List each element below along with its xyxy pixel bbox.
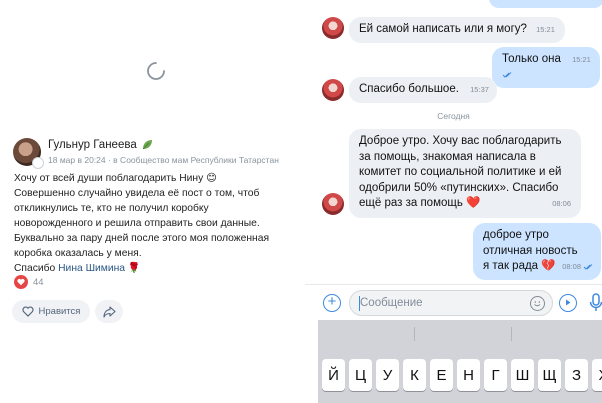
message-line: за помощь, знакомая написала в [359,150,536,163]
message-line: я так рада 💔 [483,260,556,272]
post-line: Буквально за пару дней после этого моя п… [14,233,270,244]
message-line: отличная новость [483,244,578,257]
keyboard-row: Й Ц У К Е Н Г Ш Щ З Х [322,359,602,391]
thanks-prefix: Спасибо [14,263,59,274]
outgoing-message[interactable]: Только она 15:21 [492,47,600,88]
attach-plus-icon[interactable]: + [323,294,341,312]
key[interactable]: Е [430,359,453,391]
incoming-message[interactable]: Ей самой написать или я могу? 15:21 [349,17,565,43]
suggestion-divider [414,327,415,341]
message-time: 15:21 [536,25,555,34]
key[interactable]: З [565,359,588,391]
like-label: Нравится [38,306,81,317]
message-line: комитет по социальной политике и ей [359,166,562,178]
message-text: Только она [502,53,561,65]
author-name[interactable]: Гульнур Ганеева [48,138,137,152]
post-line: новорожденного и решила отправить свои д… [14,218,260,229]
message-line: одобрили 50% «путинских». Спасибо [359,181,559,194]
suggestion-bar [318,320,602,347]
key[interactable]: Щ [538,359,561,391]
contact-avatar[interactable] [322,79,344,101]
contact-avatar[interactable] [322,193,344,215]
message-time: 08:06 [552,199,571,208]
message-input[interactable] [360,291,520,315]
share-icon [102,305,116,318]
message-input-wrapper[interactable] [349,290,553,316]
incoming-message[interactable]: Спасибо большое. 15:37 [349,77,497,103]
message-time: 08:08 [562,262,581,271]
likes-summary[interactable]: 44 [14,275,44,289]
message-text: Спасибо большое. [359,83,459,95]
read-check-icon [502,71,512,78]
message-time: 15:37 [470,85,489,94]
post-line: Хочу от всей души поблагодарить Нину 😊 [14,173,217,184]
community-badge-icon [32,157,44,169]
message-line: доброе утро [483,229,549,241]
message-time: 15:21 [572,55,591,64]
heart-outline-icon [21,306,34,317]
incoming-message[interactable]: Доброе утро. Хочу вас поблагодарить за п… [349,129,581,218]
post-line: коробка оказалась у меня. [14,248,142,259]
contact-avatar[interactable] [322,17,344,39]
microphone-icon[interactable] [589,293,602,313]
mention-link[interactable]: Нина Шимина [58,263,125,274]
date-separator: Сегодня [437,111,470,121]
post-line: откликнулись те, кто не получил коробку [14,203,209,214]
share-button[interactable] [95,300,123,323]
key[interactable]: У [376,359,399,391]
emoji-icon[interactable] [530,296,545,311]
suggestion-divider [511,327,512,341]
message-line: Доброе утро. Хочу вас поблагодарить [359,135,562,147]
heart-icon [14,275,28,289]
key[interactable]: Г [484,359,507,391]
key[interactable]: Н [457,359,480,391]
post-line: Совершенно случайно увидела её пост о то… [14,188,260,199]
post-text: Хочу от всей души поблагодарить Нину 😊 С… [14,171,296,276]
key[interactable]: К [403,359,426,391]
message-text: Ей самой написать или я могу? [359,23,527,35]
loading-spinner-icon [147,62,165,80]
key[interactable]: Ш [511,359,534,391]
message-composer: + [305,284,602,320]
likes-count: 44 [33,276,44,288]
voice-play-icon[interactable] [559,294,577,312]
author-avatar[interactable] [13,138,44,169]
leaf-icon [142,140,152,150]
key[interactable]: Й [322,359,345,391]
previous-outgoing-bubble [489,0,602,8]
key[interactable]: Х [592,359,602,391]
message-line: ещё раз за помощь ❤️ [359,197,481,209]
outgoing-message[interactable]: доброе утро отличная новость я так рада … [473,223,601,280]
post-thanks-line: Спасибо Нина Шимина 🌹 [14,261,296,276]
post-panel: Гульнур Ганеева 18 мар в 20:24 · в Сообщ… [0,0,305,403]
post-meta: 18 мар в 20:24 · в Сообщество мам Респуб… [48,155,279,165]
key[interactable]: Ц [349,359,372,391]
chat-panel: Ей самой написать или я могу? 15:21 Толь… [305,0,602,403]
onscreen-keyboard: Й Ц У К Е Н Г Ш Щ З Х [318,320,602,403]
thanks-suffix: 🌹 [125,263,141,274]
like-button[interactable]: Нравится [12,300,90,323]
post-header: Гульнур Ганеева 18 мар в 20:24 · в Сообщ… [13,138,279,169]
read-check-icon [583,263,593,270]
